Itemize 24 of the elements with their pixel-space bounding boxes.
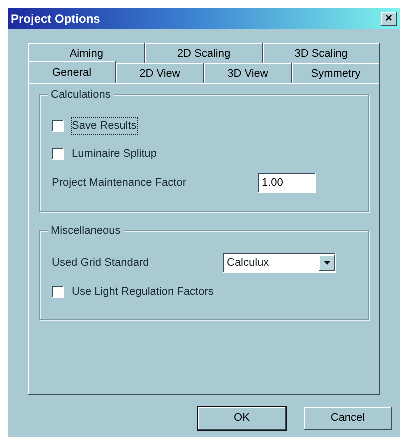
checkbox-label[interactable]: Luminaire Splitup [72, 146, 157, 162]
dropdown-value: Calculux [227, 256, 270, 271]
checkbox[interactable] [52, 148, 64, 160]
checkbox-label[interactable]: Use Light Regulation Factors [72, 284, 214, 300]
tab[interactable]: 2D View [116, 63, 204, 83]
field-label: Used Grid Standard [52, 256, 150, 271]
dropdown[interactable]: Calculux [223, 253, 336, 273]
cancel-button[interactable]: Cancel [304, 407, 392, 430]
caret-icon [324, 261, 330, 265]
tab[interactable]: General [28, 61, 116, 83]
checkbox-label[interactable]: Save Results [72, 118, 137, 134]
field-label: Project Maintenance Factor [52, 176, 187, 191]
tab[interactable]: 3D View [204, 63, 292, 83]
window-title: Project Options [11, 10, 100, 28]
checkbox[interactable] [52, 120, 64, 132]
tab[interactable]: 2D Scaling [145, 43, 263, 63]
tab[interactable]: Symmetry [292, 63, 380, 83]
input-field[interactable]: 1.00 [258, 173, 316, 193]
dropdown-button[interactable] [319, 255, 335, 271]
tab[interactable]: 3D Scaling [262, 43, 380, 63]
ok-button[interactable]: OK [198, 407, 286, 430]
tab[interactable]: Aiming [28, 43, 146, 63]
checkbox[interactable] [52, 286, 64, 298]
close-button[interactable]: × [381, 12, 397, 26]
